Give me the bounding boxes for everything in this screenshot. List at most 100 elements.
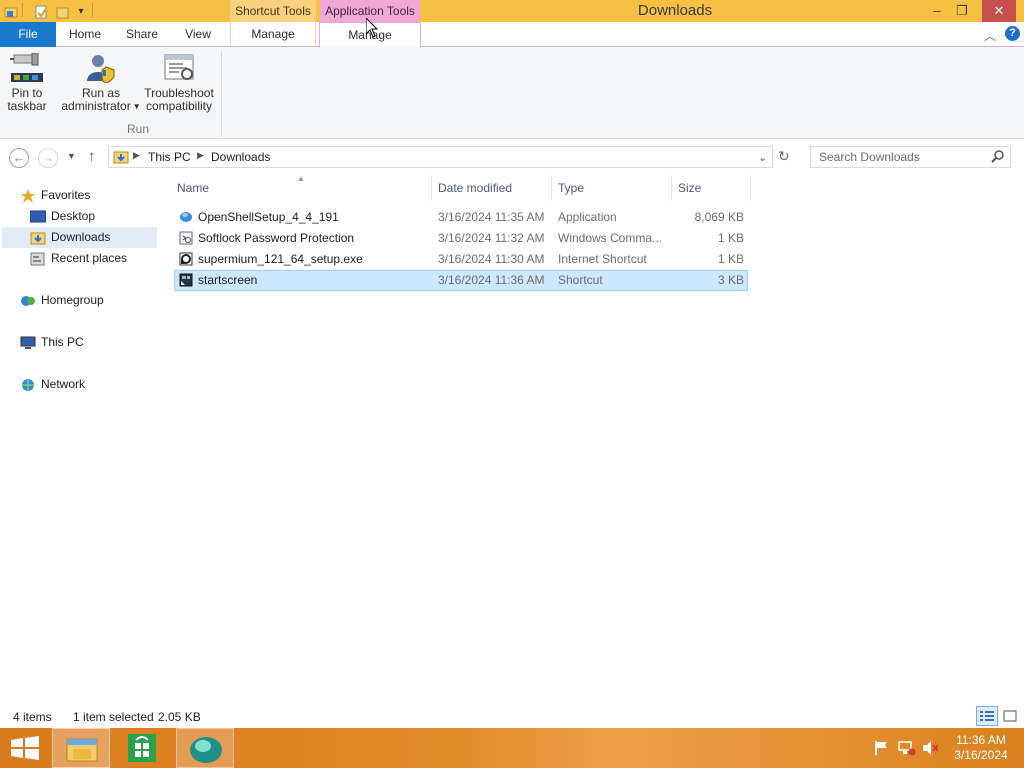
column-divider[interactable] — [551, 175, 552, 201]
back-button[interactable]: ← — [9, 148, 29, 168]
tab-manage-shortcut[interactable]: Manage — [230, 22, 316, 47]
internet-shortcut-icon — [179, 252, 193, 266]
column-header-type[interactable]: Type — [558, 181, 584, 197]
nav-item-downloads[interactable]: Downloads — [2, 227, 157, 248]
tab-file[interactable]: File — [0, 22, 56, 47]
column-divider[interactable] — [431, 175, 432, 201]
forward-button[interactable]: → — [38, 148, 58, 168]
file-type: Application — [558, 210, 617, 224]
search-input[interactable] — [811, 147, 981, 167]
taskbar-file-explorer[interactable] — [52, 728, 110, 768]
admin-user-icon — [84, 53, 118, 84]
file-explorer-icon — [66, 738, 98, 762]
file-type: Windows Comma... — [558, 231, 663, 245]
details-view-icon[interactable] — [976, 706, 998, 726]
recent-places-icon — [30, 252, 46, 266]
network-icon — [20, 378, 36, 392]
volume-muted-icon[interactable] — [922, 740, 940, 759]
file-row[interactable]: Softlock Password Protection 3/16/2024 1… — [174, 228, 748, 249]
breadcrumb-chevron-icon[interactable]: ▶ — [197, 150, 204, 161]
taskbar-open-shell[interactable] — [176, 728, 234, 768]
app-folder-icon[interactable] — [3, 3, 19, 20]
restore-button[interactable]: ❐ — [947, 0, 977, 22]
refresh-icon[interactable]: ↻ — [778, 148, 790, 165]
nav-this-pc[interactable]: This PC — [20, 332, 84, 353]
column-header-size[interactable]: Size — [678, 181, 701, 197]
dropdown-arrow-icon[interactable]: ▼ — [133, 100, 141, 113]
breadcrumb-downloads[interactable]: Downloads — [211, 150, 270, 164]
troubleshoot-compatibility-button[interactable]: Troubleshoot compatibility — [143, 53, 215, 113]
file-date: 3/16/2024 11:36 AM — [438, 273, 545, 287]
sort-ascending-icon: ▲ — [297, 174, 305, 183]
file-row[interactable]: OpenShellSetup_4_4_191 3/16/2024 11:35 A… — [174, 207, 748, 228]
breadcrumb-chevron-icon[interactable]: ▶ — [133, 150, 140, 161]
network-status-icon[interactable] — [898, 740, 916, 759]
column-divider[interactable] — [671, 175, 672, 201]
nav-homegroup[interactable]: Homegroup — [20, 290, 104, 311]
file-date: 3/16/2024 11:35 AM — [438, 210, 545, 224]
nav-item-desktop[interactable]: Desktop — [29, 206, 96, 227]
qa-divider — [22, 3, 23, 17]
troubleshoot-label-line2: compatibility — [145, 99, 213, 113]
chevron-up-icon[interactable]: ︿ — [984, 27, 996, 44]
downloads-folder-icon — [30, 231, 46, 245]
troubleshoot-icon — [162, 53, 196, 83]
file-list: ▲ Name Date modified Type Size OpenShell… — [174, 174, 1024, 705]
file-row[interactable]: supermium_121_64_setup.exe 3/16/2024 11:… — [174, 249, 748, 270]
pin-to-taskbar-button[interactable]: Pin to taskbar — [4, 52, 50, 113]
search-box[interactable] — [810, 146, 1011, 168]
nav-item-label: Recent places — [51, 251, 128, 265]
nav-favorites-label: Favorites — [41, 188, 91, 202]
homegroup-icon — [20, 294, 36, 308]
store-icon — [128, 734, 156, 762]
taskbar: 11:36 AM 3/16/2024 — [0, 728, 1024, 768]
column-header-date-modified[interactable]: Date modified — [438, 181, 512, 197]
help-icon[interactable]: ? — [1005, 26, 1020, 41]
nav-item-recent-places[interactable]: Recent places — [30, 248, 127, 269]
navigation-bar: ← → ▼ ↑ ▶ This PC ▶ Downloads ⌄ ↻ — [0, 139, 1024, 175]
column-header-name[interactable]: Name — [177, 181, 209, 197]
breadcrumb-this-pc[interactable]: This PC — [148, 150, 191, 164]
tab-view[interactable]: View — [176, 22, 220, 47]
search-icon[interactable] — [991, 149, 1005, 166]
ribbon-group-divider — [221, 51, 222, 137]
title-bar: ▾ Shortcut Tools Application Tools Downl… — [0, 0, 1024, 22]
nav-item-label: Downloads — [51, 230, 111, 244]
system-clock[interactable]: 11:36 AM 3/16/2024 — [948, 733, 1014, 763]
new-folder-icon[interactable] — [55, 3, 71, 20]
recent-locations-dropdown-icon[interactable]: ▼ — [67, 151, 76, 161]
up-button[interactable]: ↑ — [88, 148, 96, 165]
properties-icon[interactable] — [33, 3, 49, 20]
tab-home[interactable]: Home — [60, 22, 110, 47]
taskbar-store[interactable] — [114, 728, 170, 768]
file-size: 8,069 KB — [694, 210, 744, 224]
shortcut-icon — [179, 273, 193, 287]
address-bar[interactable]: ▶ This PC ▶ Downloads ⌄ — [108, 146, 773, 168]
file-row-selected[interactable]: startscreen 3/16/2024 11:36 AM Shortcut … — [174, 270, 748, 291]
installer-icon — [179, 210, 193, 224]
nav-item-label: Desktop — [51, 209, 96, 223]
customize-toolbar-icon[interactable]: ▾ — [75, 3, 87, 20]
nav-this-pc-label: This PC — [41, 335, 84, 349]
tab-share[interactable]: Share — [118, 22, 166, 47]
nav-network[interactable]: Network — [20, 374, 85, 395]
start-button[interactable] — [0, 728, 50, 768]
item-count: 4 items — [13, 710, 52, 724]
clock-time: 11:36 AM — [956, 733, 1006, 747]
nav-network-label: Network — [41, 377, 86, 391]
column-divider[interactable] — [750, 175, 751, 201]
command-script-icon — [179, 231, 193, 245]
action-center-flag-icon[interactable] — [874, 740, 890, 759]
nav-favorites[interactable]: Favorites — [20, 185, 90, 206]
large-icons-view-icon[interactable] — [1001, 707, 1021, 725]
ribbon-tab-bar: File Home Share View Manage Manage ︿ ? — [0, 22, 1024, 48]
file-name: startscreen — [198, 273, 258, 287]
run-as-administrator-button[interactable]: Run as administrator ▼ — [60, 53, 142, 113]
desktop-icon — [29, 210, 47, 224]
file-size: 1 KB — [717, 231, 744, 245]
file-date: 3/16/2024 11:30 AM — [438, 252, 545, 266]
address-dropdown-icon[interactable]: ⌄ — [758, 151, 767, 164]
close-button[interactable]: ✕ — [982, 0, 1016, 22]
ribbon-panel: Pin to taskbar Run as administrator ▼ Tr… — [0, 47, 1024, 139]
pin-label-line2: taskbar — [7, 99, 47, 113]
